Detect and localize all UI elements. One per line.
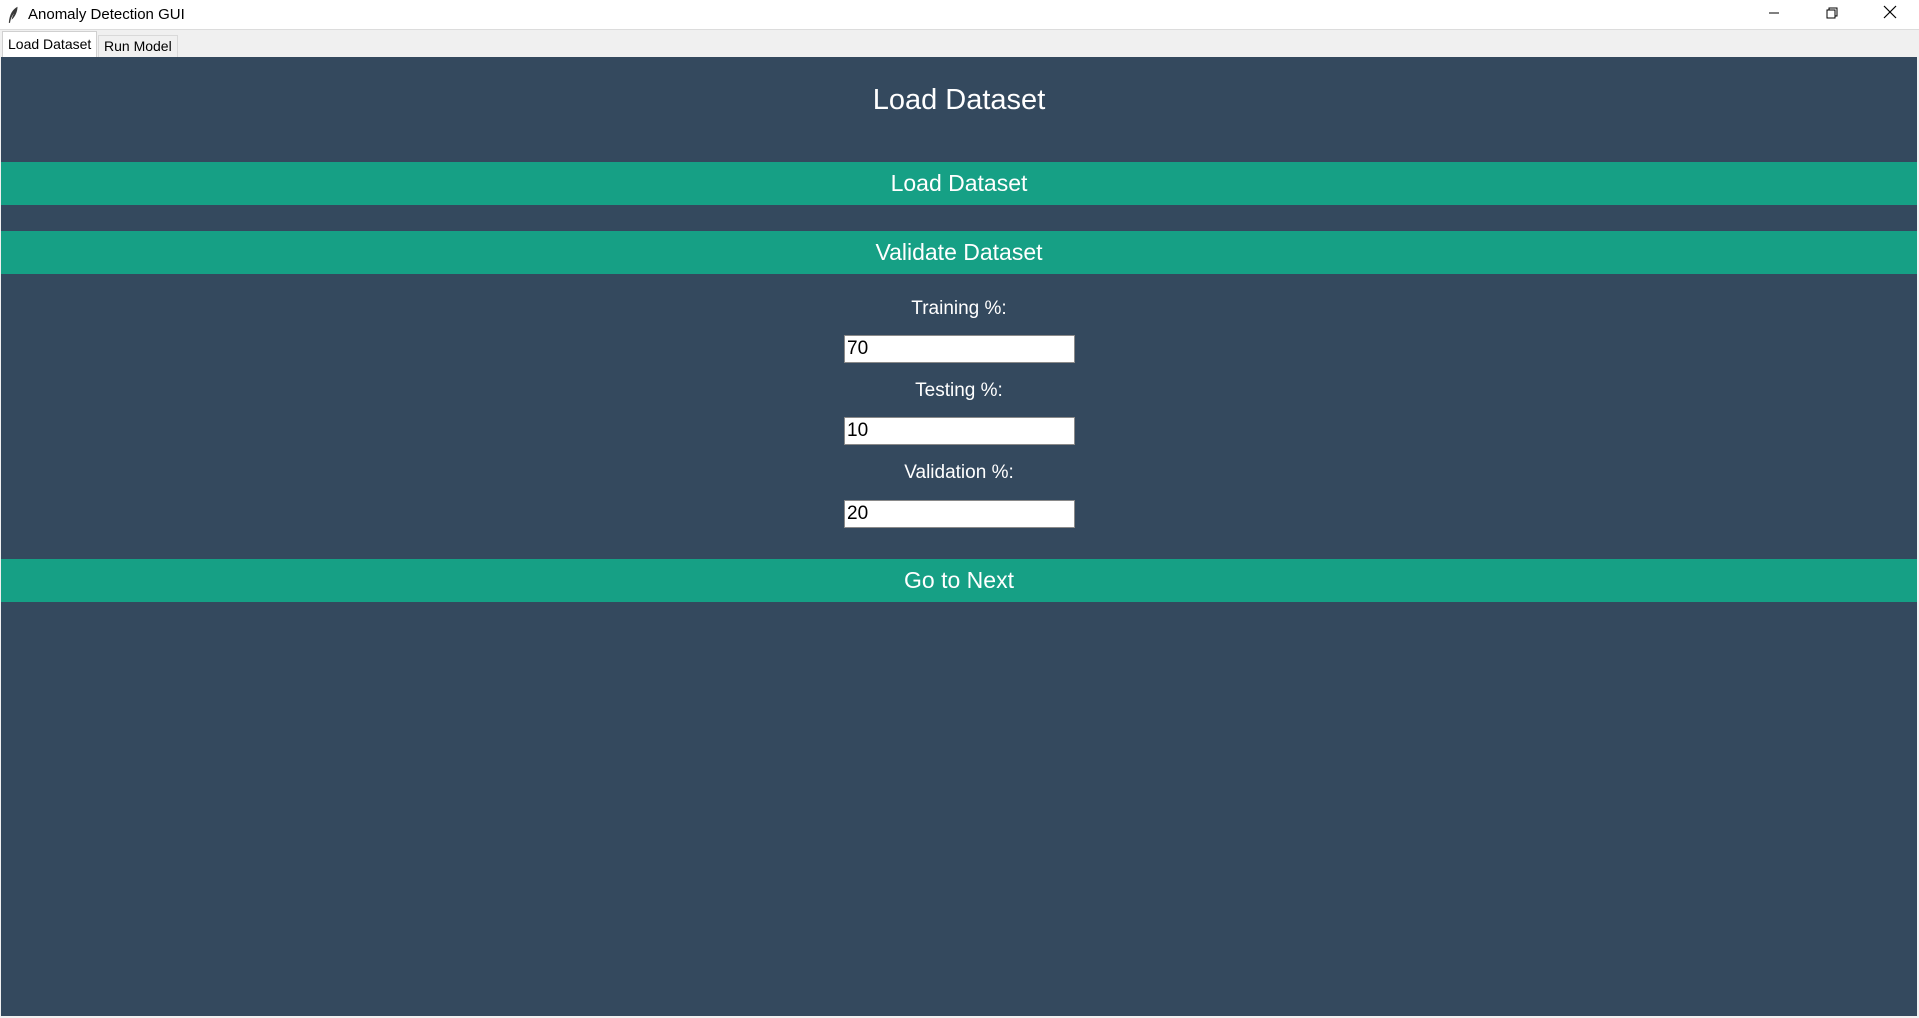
close-button[interactable] bbox=[1861, 0, 1919, 29]
go-to-next-button[interactable]: Go to Next bbox=[1, 559, 1917, 602]
tab-run-model[interactable]: Run Model bbox=[98, 35, 178, 57]
tab-load-dataset[interactable]: Load Dataset bbox=[2, 31, 98, 58]
load-dataset-button[interactable]: Load Dataset bbox=[1, 162, 1917, 205]
testing-percent-input[interactable] bbox=[844, 417, 1075, 445]
validation-label: Validation %: bbox=[904, 462, 1014, 483]
minimize-icon bbox=[1768, 6, 1780, 24]
training-label: Training %: bbox=[911, 298, 1007, 319]
training-percent-input[interactable] bbox=[844, 335, 1075, 363]
app-window: Anomaly Detection GUI Load Dataset Run M… bbox=[0, 0, 1919, 1018]
restore-icon bbox=[1826, 6, 1838, 24]
validate-dataset-button[interactable]: Validate Dataset bbox=[1, 231, 1917, 274]
feather-icon bbox=[5, 6, 21, 24]
window-controls bbox=[1745, 0, 1919, 29]
testing-label: Testing %: bbox=[915, 380, 1003, 401]
load-dataset-panel: Load Dataset Load Dataset Validate Datas… bbox=[1, 57, 1917, 1016]
validation-percent-input[interactable] bbox=[844, 500, 1075, 528]
page-title: Load Dataset bbox=[872, 84, 1046, 116]
minimize-button[interactable] bbox=[1745, 0, 1803, 29]
title-bar: Anomaly Detection GUI bbox=[0, 0, 1919, 29]
maximize-button[interactable] bbox=[1803, 0, 1861, 29]
window-title: Anomaly Detection GUI bbox=[28, 6, 185, 23]
tab-strip: Load Dataset Run Model bbox=[0, 29, 1919, 58]
close-icon bbox=[1883, 5, 1897, 24]
